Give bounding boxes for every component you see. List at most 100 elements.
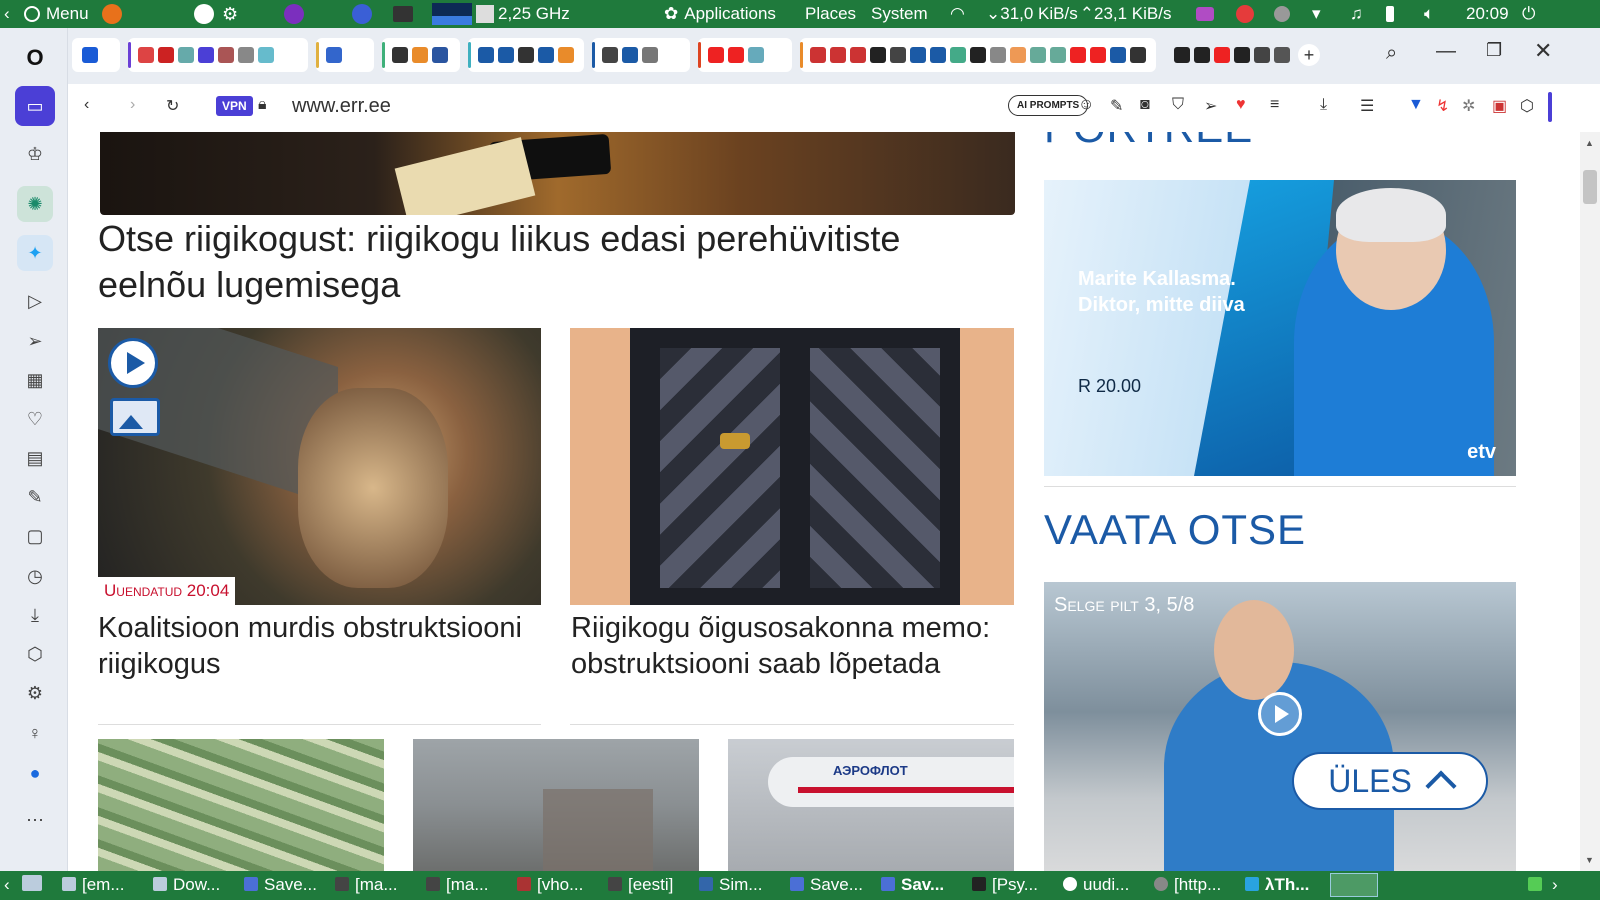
taskbar-item-3[interactable]: [ma... <box>335 875 398 895</box>
play-icon[interactable] <box>108 338 158 388</box>
news-icon[interactable]: ▤ <box>22 445 48 471</box>
history-icon[interactable]: ◷ <box>22 563 48 589</box>
twitter-icon[interactable]: ✦ <box>17 235 53 271</box>
edit-icon[interactable]: ✎ <box>1110 96 1123 116</box>
chatgpt-icon[interactable]: ✺ <box>17 186 53 222</box>
crown-icon[interactable]: ♔ <box>22 141 48 167</box>
restore-button[interactable]: ❐ <box>1486 40 1502 61</box>
box-icon[interactable]: ⬡ <box>22 641 48 667</box>
heart-icon[interactable]: ♡ <box>22 406 48 432</box>
scroll-up-icon[interactable]: ▲ <box>1585 138 1594 148</box>
back-to-top-button[interactable]: ÜLES <box>1292 752 1488 810</box>
tray-shield-icon[interactable] <box>1274 0 1290 28</box>
tray-badge-icon[interactable] <box>1236 0 1254 28</box>
download-icon[interactable]: ⤓ <box>1320 96 1327 114</box>
tab-group-1[interactable] <box>128 38 308 72</box>
send-icon[interactable]: ➢ <box>1204 96 1217 116</box>
trash-icon[interactable] <box>1528 875 1548 895</box>
tor-icon[interactable] <box>284 0 304 28</box>
volume-icon[interactable]: 🔈︎ <box>1424 0 1434 28</box>
plane-image[interactable]: АЭРОФЛОТ <box>728 739 1014 871</box>
taskbar-right-arrow[interactable]: › <box>1552 875 1558 895</box>
taskbar-item-2[interactable]: Save... <box>244 875 317 895</box>
ai-prompts-button[interactable]: AI PROMPTS <box>1008 95 1089 116</box>
terminal-icon[interactable] <box>393 0 413 28</box>
clock[interactable]: 20:09 <box>1466 0 1509 28</box>
more-icon[interactable]: ⋯ <box>22 807 48 833</box>
shield-icon[interactable]: ⛉ <box>1172 96 1184 114</box>
taskbar-item-11[interactable]: uudi... <box>1063 875 1129 895</box>
minimize-button[interactable]: — <box>1436 40 1456 63</box>
tab-pinned[interactable] <box>72 38 120 72</box>
close-button[interactable]: ✕ <box>1534 38 1552 64</box>
lightbulb-icon[interactable]: ♀ <box>22 720 48 746</box>
lock-icon[interactable]: 🔒︎ <box>258 96 267 114</box>
send-icon[interactable]: ➢ <box>22 328 48 354</box>
gear-icon[interactable]: ⚙ <box>22 680 48 706</box>
article2-title[interactable]: Riigikogu õigusosakonna memo: obstruktsi… <box>571 610 1011 682</box>
taskbar-left-arrow[interactable]: ‹ <box>4 875 10 895</box>
heart-icon[interactable]: ♥ <box>1236 96 1246 114</box>
tab-search-icon[interactable]: ⌕ <box>1386 42 1397 65</box>
extension-b-icon[interactable]: ✲ <box>1462 96 1475 116</box>
forward-button[interactable]: › <box>130 96 135 114</box>
tab-group-6[interactable] <box>698 38 792 72</box>
reload-button[interactable]: ↻ <box>166 96 179 116</box>
taskbar-item-6[interactable]: [eesti] <box>608 875 673 895</box>
wifi-icon[interactable]: ◠ <box>950 0 965 28</box>
vpn-badge[interactable]: VPN <box>216 96 253 116</box>
wifi-tray-icon[interactable]: ▾ <box>1312 0 1321 28</box>
taskbar-item-0[interactable]: [em... <box>62 875 125 895</box>
places-menu[interactable]: Places <box>805 0 856 28</box>
panel-left-arrow[interactable]: ‹ <box>4 0 10 28</box>
settings-sliders-icon[interactable]: ☰ <box>1360 96 1374 116</box>
notification-icon[interactable]: ♫ <box>1350 0 1363 28</box>
article1-title[interactable]: Koalitsioon murdis obstruktsiooni riigik… <box>98 610 528 682</box>
launcher-icon[interactable] <box>194 0 220 28</box>
tab-group-2[interactable] <box>316 38 374 72</box>
taskbar-item-10[interactable]: [Psy... <box>972 875 1038 895</box>
workspace-icon[interactable]: ▭ <box>15 86 55 126</box>
battery-icon[interactable] <box>1386 0 1394 28</box>
url-field[interactable]: www.err.ee <box>292 95 391 118</box>
chat-icon[interactable]: ● <box>22 760 48 786</box>
opera-logo-icon[interactable]: O <box>22 45 48 71</box>
tabs-icon[interactable]: ▢ <box>22 523 48 549</box>
taskbar-item-12[interactable]: [http... <box>1154 875 1221 895</box>
taskbar-item-9[interactable]: Sav... <box>881 875 944 895</box>
extension-a-icon[interactable]: ↯ <box>1436 96 1449 116</box>
extensions-icon[interactable]: ⬡ <box>1520 96 1534 116</box>
page-scrollbar[interactable]: ▲ ▼ <box>1580 132 1600 871</box>
back-button[interactable]: ‹ <box>84 96 89 114</box>
article1-image[interactable]: Uuendatud 20:04 <box>98 328 541 605</box>
tab-group-5[interactable] <box>592 38 690 72</box>
tab-group-8[interactable] <box>1164 38 1292 72</box>
top-headline[interactable]: Otse riigikogust: riigikogu liikus edasi… <box>98 216 998 308</box>
article2-image[interactable] <box>570 328 1014 605</box>
taskbar-item-8[interactable]: Save... <box>790 875 863 895</box>
taskbar-item-4[interactable]: [ma... <box>426 875 489 895</box>
money-image[interactable] <box>98 739 384 871</box>
tray-app-icon[interactable] <box>1196 0 1214 28</box>
fog-image[interactable] <box>413 739 699 871</box>
opera-icon[interactable] <box>352 0 372 28</box>
video-play-icon[interactable] <box>1258 692 1302 736</box>
power-icon[interactable]: ⏻ <box>1522 0 1535 28</box>
promo-banner[interactable]: Marite Kallasma. Diktor, mitte diiva R 2… <box>1044 180 1516 476</box>
top-article-image[interactable] <box>100 132 1015 215</box>
tab-group-3[interactable] <box>382 38 460 72</box>
grid-icon[interactable]: ▦ <box>22 367 48 393</box>
firefox-icon[interactable] <box>102 0 122 28</box>
tab-group-7[interactable] <box>800 38 1156 72</box>
scroll-down-icon[interactable]: ▼ <box>1585 855 1594 865</box>
menu-button[interactable]: Menu <box>24 0 89 28</box>
active-window-indicator[interactable] <box>1330 873 1378 897</box>
player-icon[interactable]: ▷ <box>22 288 48 314</box>
live-video[interactable]: Selge pilt 3, 5/8 <box>1044 582 1516 871</box>
taskbar-item-1[interactable]: Dow... <box>153 875 220 895</box>
camera-icon[interactable]: ◙ <box>1140 96 1150 114</box>
taskbar-item-5[interactable]: [vho... <box>517 875 583 895</box>
gallery-icon[interactable] <box>110 398 160 436</box>
applications-menu[interactable]: ✿ Applications <box>664 0 776 28</box>
menu-lines-icon[interactable]: ≡ <box>1270 96 1279 114</box>
